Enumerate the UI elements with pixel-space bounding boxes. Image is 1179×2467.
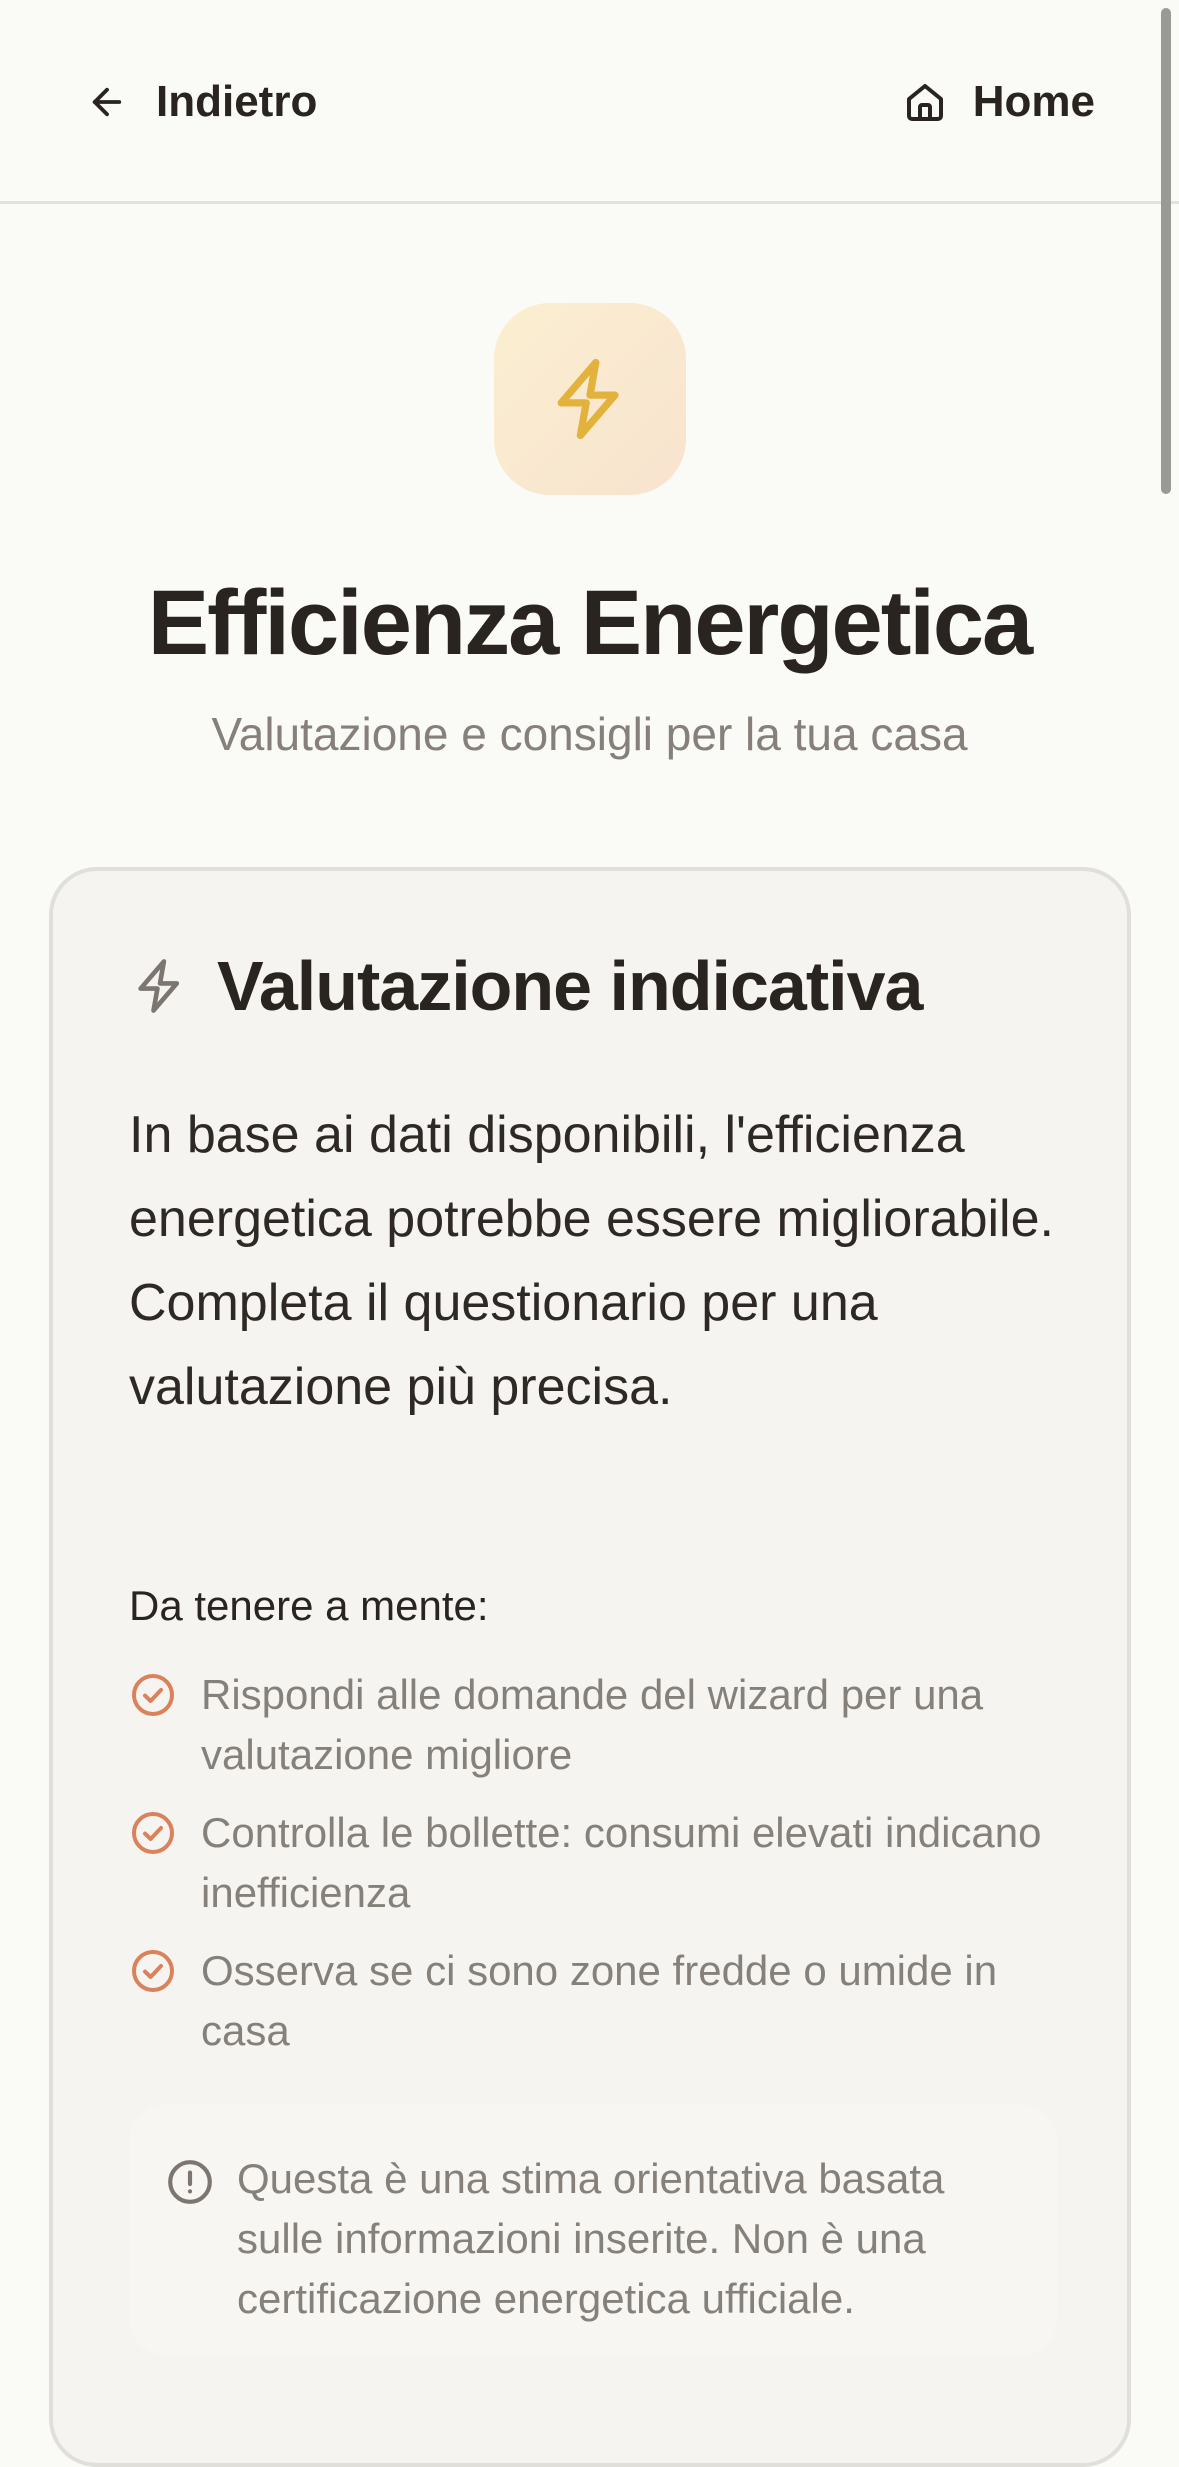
card-title: Valutazione indicativa [217, 947, 923, 1025]
tip-text: Controlla le bollette: consumi elevati i… [201, 1809, 1042, 1916]
check-circle-icon [132, 1812, 174, 1854]
home-icon [906, 84, 943, 121]
home-button[interactable]: Home [901, 72, 1095, 132]
remember-heading: Da tenere a mente: [129, 1582, 489, 1629]
tips-list: Rispondi alle domande del wizard per una… [129, 1665, 1059, 2079]
back-label: Indietro [156, 77, 318, 126]
hero-icon-badge [494, 303, 686, 495]
back-button[interactable]: Indietro [86, 72, 317, 132]
tip-text: Rispondi alle domande del wizard per una… [201, 1671, 984, 1778]
check-circle-icon [132, 1950, 174, 1992]
top-bar: Indietro Home [0, 0, 1179, 204]
list-item: Rispondi alle domande del wizard per una… [129, 1665, 1059, 1785]
page-scrollbar[interactable] [1161, 8, 1171, 494]
lightning-bolt-icon [557, 358, 619, 440]
disclaimer-text: Questa è una stima orientativa basata su… [237, 2155, 945, 2322]
assessment-card: Valutazione indicativa In base ai dati d… [49, 867, 1131, 2467]
check-circle-icon [132, 1674, 174, 1716]
tip-text: Osserva se ci sono zone fredde o umide i… [201, 1947, 998, 2054]
alert-circle-icon [168, 2160, 212, 2204]
card-header: Valutazione indicativa [129, 941, 923, 1031]
lightning-bolt-icon [138, 959, 180, 1013]
home-label: Home [972, 77, 1095, 126]
page-title: Efficienza Energetica [147, 572, 1033, 674]
list-item: Controlla le bollette: consumi elevati i… [129, 1803, 1059, 1923]
page-subtitle: Valutazione e consigli per la tua casa [211, 708, 968, 760]
disclaimer-note: Questa è una stima orientativa basata su… [129, 2105, 1057, 2355]
arrow-left-icon [92, 87, 122, 117]
list-item: Osserva se ci sono zone fredde o umide i… [129, 1941, 1059, 2061]
assessment-text: In base ai dati disponibili, l'efficienz… [129, 1106, 1054, 1416]
